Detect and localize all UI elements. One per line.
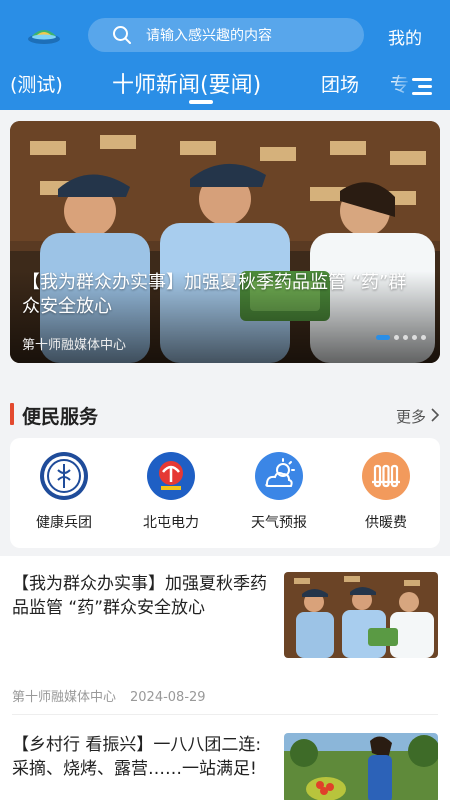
news-date: 2024-08-29 — [130, 690, 206, 705]
section-accent-bar — [10, 403, 14, 425]
mine-button[interactable]: 我的 — [388, 24, 422, 49]
carousel-dot[interactable] — [421, 335, 426, 340]
service-label: 供暖费 — [365, 515, 407, 531]
news-source: 第十师融媒体中心 — [12, 690, 117, 705]
carousel-dot-active[interactable] — [376, 335, 390, 340]
banner-source: 第十师融媒体中心 — [22, 338, 127, 353]
search-bar[interactable]: 请输入感兴趣的内容 — [88, 18, 364, 52]
service-beitun-power[interactable]: 北屯电力 — [121, 452, 221, 532]
services-header: 便民服务 更多 — [0, 393, 450, 433]
weather-icon — [255, 452, 303, 500]
service-health-bingtuan[interactable]: 健康兵团 — [14, 452, 114, 532]
banner-carousel[interactable]: 【我为群众办实事】加强夏秋季药品监管 “药”群众安全放心 第十师融媒体中心 — [10, 121, 440, 363]
service-label: 天气预报 — [251, 515, 307, 531]
service-label: 北屯电力 — [143, 515, 199, 531]
service-label: 健康兵团 — [36, 515, 92, 531]
channel-tabs: (测试) 十师新闻(要闻) 团场 专 — [0, 62, 450, 106]
tab-test[interactable]: (测试) — [10, 70, 63, 97]
services-panel: 健康兵团 北屯电力 天气预报 供暖费 — [10, 438, 440, 548]
news-list: 【我为群众办实事】加强夏秋季药品监管 “药”群众安全放心 第十师融媒体中心 202… — [0, 556, 450, 800]
service-weather[interactable]: 天气预报 — [229, 452, 329, 532]
list-divider — [12, 714, 438, 715]
news-title[interactable]: 【乡村行 看振兴】一八八团二连:采摘、烧烤、露营……一站满足! — [12, 733, 274, 781]
banner-title[interactable]: 【我为群众办实事】加强夏秋季药品监管 “药”群众安全放心 — [22, 271, 422, 319]
carousel-dots — [372, 335, 426, 340]
beitun-power-icon — [147, 452, 195, 500]
news-item[interactable]: 【我为群众办实事】加强夏秋季药品监管 “药”群众安全放心 第十师融媒体中心 202… — [12, 572, 440, 722]
carousel-dot[interactable] — [394, 335, 399, 340]
tab-news-headlines[interactable]: 十师新闻(要闻) — [112, 67, 261, 99]
search-placeholder: 请输入感兴趣的内容 — [146, 28, 272, 44]
banner-image — [10, 121, 440, 363]
app-logo-icon[interactable] — [26, 22, 62, 48]
search-icon — [113, 26, 131, 44]
news-thumbnail — [284, 572, 438, 658]
top-header: 请输入感兴趣的内容 我的 (测试) 十师新闻(要闻) 团场 专 — [0, 0, 450, 110]
news-thumbnail — [284, 733, 438, 800]
heating-icon — [362, 452, 410, 500]
active-tab-indicator — [189, 100, 213, 104]
more-link[interactable]: 更多 — [396, 406, 426, 427]
tab-regiment[interactable]: 团场 — [321, 70, 359, 97]
service-heating-fee[interactable]: 供暖费 — [336, 452, 436, 532]
news-item[interactable]: 【乡村行 看振兴】一八八团二连:采摘、烧烤、露营……一站满足! — [12, 733, 440, 800]
carousel-dot[interactable] — [412, 335, 417, 340]
health-bingtuan-icon — [40, 452, 88, 500]
chevron-right-icon[interactable] — [430, 408, 440, 422]
news-meta: 第十师融媒体中心 2024-08-29 — [12, 686, 206, 705]
section-title: 便民服务 — [22, 406, 99, 428]
carousel-dot[interactable] — [403, 335, 408, 340]
channel-menu-icon[interactable] — [412, 78, 432, 95]
news-title[interactable]: 【我为群众办实事】加强夏秋季药品监管 “药”群众安全放心 — [12, 572, 274, 620]
